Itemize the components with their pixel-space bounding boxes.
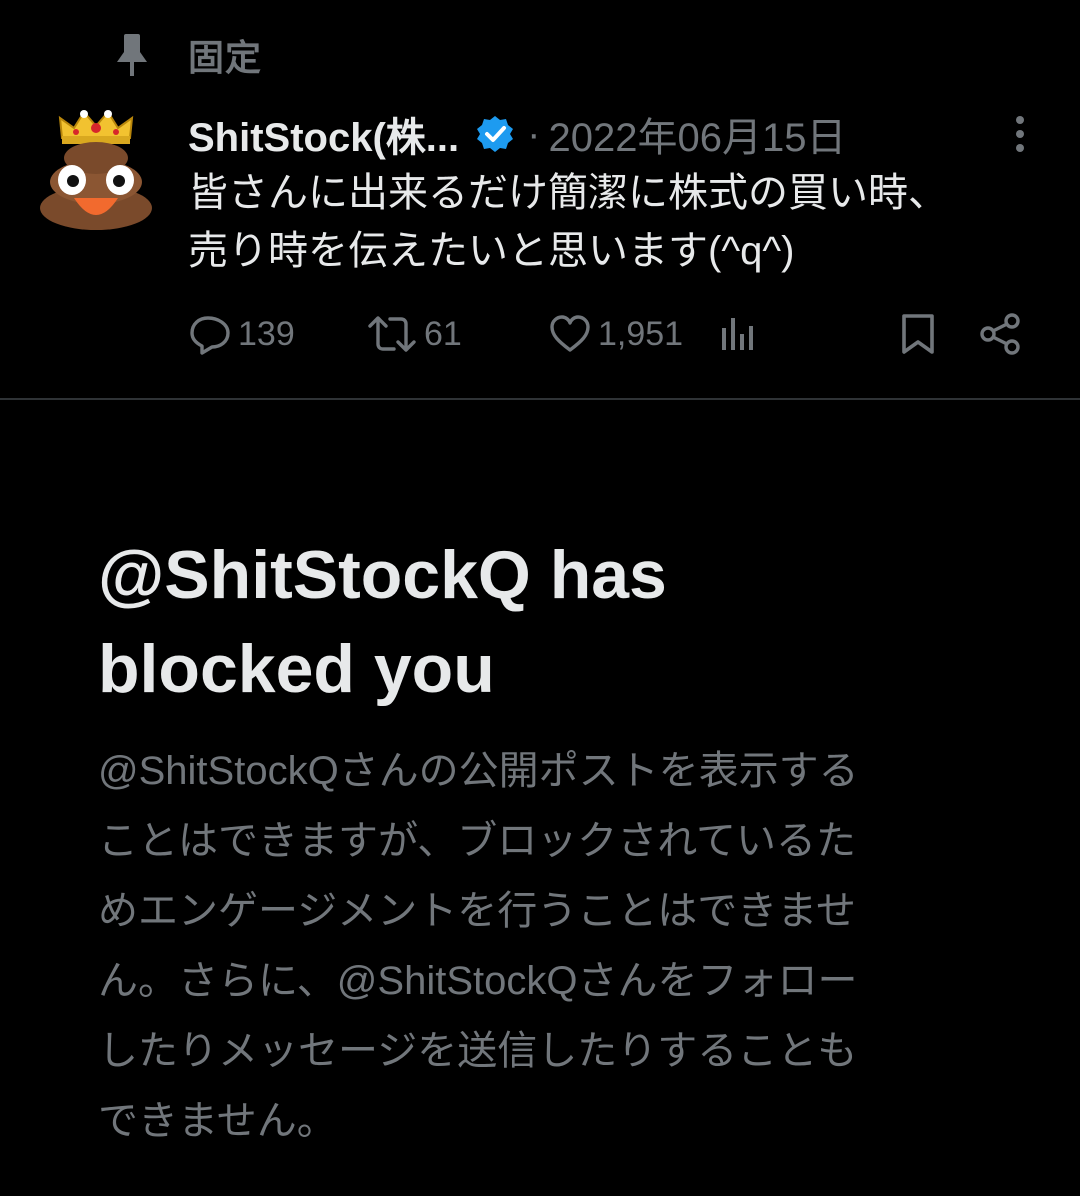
more-options-icon[interactable] xyxy=(1000,112,1040,156)
blocked-title-line: blocked you xyxy=(98,631,495,707)
reply-count: 139 xyxy=(238,314,295,353)
repost-count: 61 xyxy=(424,314,462,353)
repost-icon xyxy=(368,316,416,352)
post-header: ShitStock(株... · 2022年06月15日 xyxy=(188,106,846,162)
divider xyxy=(0,398,1080,400)
pinned-label: 固定 xyxy=(188,37,263,78)
blocked-description-line: ことはできますが、ブロックされているた xyxy=(98,819,856,863)
analytics-icon xyxy=(722,318,753,350)
separator-dot: · xyxy=(527,111,541,156)
blocked-description-line: @ShitStockQさんの公開ポストを表示する xyxy=(98,749,859,793)
share-button[interactable] xyxy=(978,308,1024,360)
blocked-description-line: ん。さらに、@ShitStockQさんをフォロー xyxy=(98,959,858,1003)
avatar[interactable] xyxy=(38,108,154,232)
blocked-title: @ShitStockQ has blocked you xyxy=(98,528,998,716)
share-icon xyxy=(980,313,1020,355)
post-text: 皆さんに出来るだけ簡潔に株式の買い時、 売り時を伝えたいと思います(^q^) xyxy=(188,164,1048,280)
post-date[interactable]: 2022年06月15日 xyxy=(548,105,846,163)
post-text-line: 売り時を伝えたいと思います(^q^) xyxy=(188,229,795,273)
heart-icon xyxy=(550,315,590,352)
blocked-description-line: できません。 xyxy=(98,1099,337,1143)
reply-button[interactable]: 139 xyxy=(188,308,295,360)
blocked-title-line: @ShitStockQ has xyxy=(98,537,667,613)
blocked-description-line: めエンゲージメントを行うことはできませ xyxy=(98,889,856,933)
bookmark-icon xyxy=(902,314,934,354)
bookmark-button[interactable] xyxy=(896,308,940,360)
like-count: 1,951 xyxy=(598,314,684,353)
post-text-line: 皆さんに出来るだけ簡潔に株式の買い時、 xyxy=(188,171,948,215)
reply-icon xyxy=(190,316,230,355)
views-button[interactable] xyxy=(716,308,760,360)
repost-button[interactable]: 61 xyxy=(366,308,462,360)
pinned-indicator: 固定 xyxy=(112,30,262,80)
blocked-description-line: したりメッセージを送信したりすることも xyxy=(98,1029,858,1073)
blocked-description: @ShitStockQさんの公開ポストを表示する ことはできますが、ブロックされ… xyxy=(98,736,978,1156)
display-name[interactable]: ShitStock(株... xyxy=(188,105,459,163)
like-button[interactable]: 1,951 xyxy=(548,308,683,360)
verified-badge-icon xyxy=(475,114,515,154)
pin-icon xyxy=(112,31,152,79)
